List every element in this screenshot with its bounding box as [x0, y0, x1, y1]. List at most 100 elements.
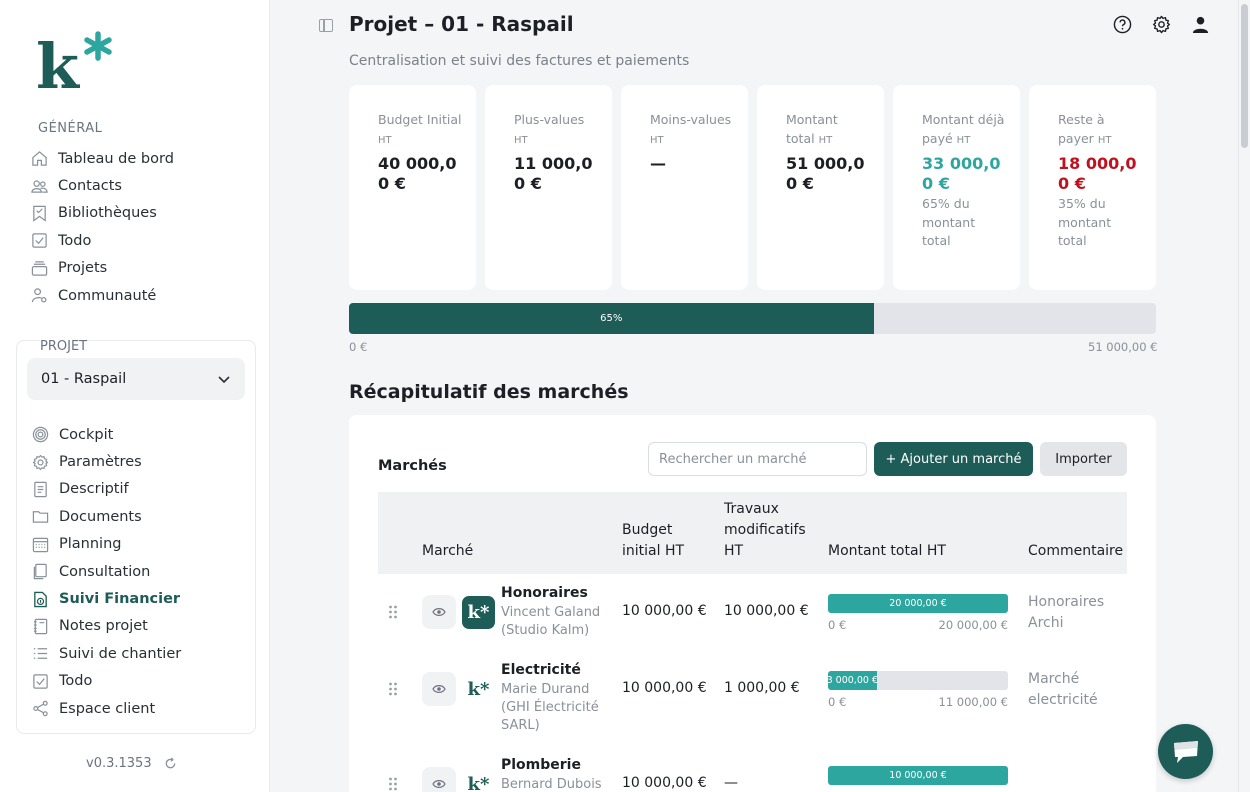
sidebar-item-notes-projet[interactable]: Notes projet	[31, 613, 181, 640]
card-label: Budget Initial HT	[378, 111, 462, 150]
check-square-icon	[30, 232, 48, 250]
drag-handle-icon[interactable]	[388, 682, 398, 696]
payment-progress-fill: 65%	[349, 303, 874, 334]
market-name[interactable]: Plomberie	[501, 757, 581, 773]
sidebar-item-projets[interactable]: Projets	[30, 255, 174, 282]
add-market-button[interactable]: + Ajouter un marché	[874, 442, 1033, 476]
column-header-montant-total[interactable]: Montant total HT	[828, 541, 946, 562]
card-value: 51 000,00 €	[786, 154, 865, 193]
sidebar-item-consultation[interactable]: Consultation	[31, 558, 181, 585]
sidebar-item-suivi-de-chantier[interactable]: Suivi de chantier	[31, 640, 181, 667]
column-header-travaux[interactable]: Travaux modificatifs HT	[724, 499, 814, 562]
summary-card-budget-initial: Budget Initial HT 40 000,00 €	[349, 85, 476, 290]
markets-table-title: Marchés	[378, 458, 447, 474]
sidebar-item-communaute[interactable]: Communauté	[30, 282, 174, 309]
import-button[interactable]: Importer	[1040, 442, 1127, 476]
travaux-modificatifs: —	[724, 775, 738, 791]
sidebar-item-label: Notes projet	[59, 618, 148, 635]
sidebar-item-label: Bibliothèques	[58, 205, 157, 222]
market-contact: Marie Durand (GHI Électricité SARL)	[501, 682, 599, 733]
montant-max: 20 000,00 €	[938, 618, 1009, 632]
sidebar-item-todo[interactable]: Todo	[30, 227, 174, 254]
general-nav: Tableau de bord Contacts Bibliothèques Todo…	[30, 145, 174, 309]
sidebar: k GÉNÉRAL Tableau de bord Contacts Bibliot…	[0, 0, 270, 792]
card-label: Montant total HT	[786, 111, 870, 150]
money-doc-icon	[31, 590, 49, 608]
company-logo: k*	[462, 596, 495, 629]
check-square-icon	[31, 672, 49, 690]
share-icon	[31, 700, 49, 718]
sidebar-item-todo[interactable]: Todo	[31, 668, 181, 695]
eye-icon	[432, 685, 446, 693]
scrollbar-thumb[interactable]	[1241, 4, 1248, 148]
table-header: Marché Budget initial HT Travaux modific…	[378, 492, 1127, 574]
sidebar-item-suivi-financier[interactable]: Suivi Financier	[31, 585, 181, 612]
sidebar-item-label: Tableau de bord	[58, 150, 174, 167]
card-value: 18 000,00 €	[1058, 154, 1137, 193]
sidebar-item-label: Todo	[58, 232, 92, 249]
card-label-text: Plus-values	[514, 112, 585, 127]
montant-progress-bar: 3 000,00 €	[828, 671, 1008, 690]
project-section-title: PROJET	[40, 339, 88, 354]
sidebar-item-cockpit[interactable]: Cockpit	[31, 421, 181, 448]
sidebar-item-bibliotheques[interactable]: Bibliothèques	[30, 200, 174, 227]
sidebar-item-descriptif[interactable]: Descriptif	[31, 476, 181, 503]
search-market-input[interactable]	[648, 442, 867, 476]
column-header-budget[interactable]: Budget initial HT	[622, 520, 712, 562]
sidebar-item-espace-client[interactable]: Espace client	[31, 695, 181, 722]
notebook-icon	[31, 617, 49, 635]
column-header-commentaire[interactable]: Commentaire	[1028, 541, 1123, 562]
card-value: 40 000,00 €	[378, 154, 457, 193]
market-name[interactable]: Honoraires	[501, 585, 588, 601]
page-scrollbar[interactable]	[1238, 0, 1250, 792]
column-header-marche[interactable]: Marché	[422, 541, 473, 562]
view-button[interactable]	[422, 672, 456, 706]
sidebar-item-tableau-de-bord[interactable]: Tableau de bord	[30, 145, 174, 172]
chat-button[interactable]	[1158, 724, 1213, 779]
target-icon	[31, 426, 49, 444]
montant-max: 11 000,00 €	[938, 695, 1009, 709]
user-icon[interactable]	[1191, 15, 1210, 34]
sidebar-item-label: Contacts	[58, 178, 122, 195]
montant-progress-bar: 20 000,00 €	[828, 594, 1008, 613]
market-name[interactable]: Electricité	[501, 662, 581, 678]
sidebar-item-parametres[interactable]: Paramètres	[31, 448, 181, 475]
version-label: v0.3.1353	[86, 756, 152, 771]
montant-min: 0 €	[828, 618, 847, 632]
budget-initial: 10 000,00 €	[622, 680, 707, 696]
main-content: Projet – 01 - Raspail Centralisation et …	[270, 0, 1238, 792]
summary-card-montant-deja-paye: Montant déjà payé HT 33 000,00 €65% du mo…	[893, 85, 1020, 290]
drag-handle-icon[interactable]	[388, 605, 398, 619]
montant-progress-fill: 10 000,00 €	[828, 766, 1008, 785]
sidebar-item-label: Suivi de chantier	[59, 645, 182, 662]
card-unit: HT	[818, 134, 833, 146]
card-label-text: Budget Initial	[378, 112, 462, 127]
home-icon	[30, 150, 48, 168]
chat-icon	[1173, 740, 1198, 763]
view-button[interactable]	[422, 767, 456, 792]
card-note: 65% du montant total	[922, 196, 976, 248]
eye-icon	[432, 780, 446, 788]
drag-handle-icon[interactable]	[388, 777, 398, 791]
card-label-text: Moins-values	[650, 112, 732, 127]
sidebar-item-documents[interactable]: Documents	[31, 503, 181, 530]
sidebar-item-planning[interactable]: Planning	[31, 531, 181, 558]
sidebar-item-contacts[interactable]: Contacts	[30, 172, 174, 199]
company-logo: k*	[467, 774, 490, 792]
svg-text:k: k	[36, 30, 81, 92]
gear-icon	[31, 453, 49, 471]
calendar-icon	[31, 535, 49, 553]
brand-logo[interactable]: k	[36, 30, 116, 92]
project-select[interactable]: 01 - Raspail	[27, 358, 245, 400]
card-unit: HT	[956, 134, 971, 146]
montant-progress-fill: 20 000,00 €	[828, 594, 1008, 613]
eye-icon	[432, 608, 446, 616]
summary-card-reste-a-payer: Reste à payer HT 18 000,00 €35% du montan…	[1029, 85, 1156, 290]
gear-icon[interactable]	[1152, 15, 1171, 34]
help-icon[interactable]	[1113, 15, 1132, 34]
sidebar-toggle-icon[interactable]	[319, 19, 333, 32]
montant-progress-bar: 10 000,00 €	[828, 766, 1008, 785]
refresh-icon[interactable]	[164, 757, 177, 770]
view-button[interactable]	[422, 595, 456, 629]
summary-cards: Budget Initial HT 40 000,00 € Plus-values …	[349, 85, 1156, 290]
